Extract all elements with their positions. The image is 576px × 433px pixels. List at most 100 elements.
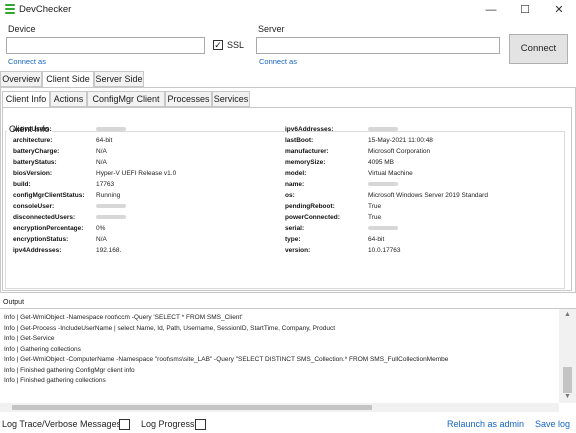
property-row: serial:: [285, 224, 545, 233]
device-connect-as-link[interactable]: Connect as: [8, 57, 46, 66]
property-row: configMgrClientStatus: Running: [13, 191, 273, 200]
property-key: manufacturer:: [285, 148, 329, 155]
log-line: Info | Get-WmiObject -Namespace root\ccm…: [4, 314, 243, 321]
minimize-button[interactable]: —: [474, 0, 508, 21]
property-row: build: 17763: [13, 180, 273, 189]
property-key: type:: [285, 236, 301, 243]
property-row: disconnectedUsers:: [13, 213, 273, 222]
property-row: lastBoot: 15-May-2021 11:00:48: [285, 136, 545, 145]
log-line: Info | Gathering collections: [4, 345, 81, 353]
server-input[interactable]: [256, 37, 500, 54]
property-value: 17763: [96, 181, 115, 188]
app-icon: [5, 4, 15, 15]
property-key: name:: [285, 181, 305, 188]
property-row: type: 64-bit: [285, 235, 545, 244]
server-label: Server: [258, 24, 285, 34]
property-value: N/A: [96, 236, 107, 243]
output-horizontal-scrollbar[interactable]: [0, 403, 559, 412]
property-row: batteryStatus: N/A: [13, 158, 273, 167]
property-value: True: [368, 203, 382, 210]
tab-configmgr-client[interactable]: ConfigMgr Client: [87, 91, 165, 107]
property-row: model: Virtual Machine: [285, 169, 545, 178]
scroll-up-icon[interactable]: ▲: [559, 309, 576, 321]
title-bar: DevChecker — ☐ ✕: [0, 0, 576, 21]
property-value: N/A: [96, 148, 107, 155]
ssl-label: SSL: [227, 40, 245, 50]
property-key: version:: [285, 247, 311, 254]
property-value: True: [368, 214, 382, 221]
client-sub-tabs: Client Info Actions ConfigMgr Client Pro…: [2, 91, 574, 108]
property-row: architecture: 64-bit: [13, 136, 273, 145]
property-value: Microsoft Windows Server 2019 Standard: [368, 192, 488, 199]
property-value: [368, 180, 398, 189]
log-line: Info | Get-Service: [4, 335, 55, 342]
property-key: ipv6Addresses:: [285, 126, 334, 133]
tab-overview[interactable]: Overview: [0, 71, 42, 87]
property-value: 192.168.: [96, 247, 122, 254]
property-row: name:: [285, 180, 545, 189]
server-connect-as-link[interactable]: Connect as: [259, 57, 297, 66]
property-row: manufacturer: Microsoft Corporation: [285, 147, 545, 156]
window-title: DevChecker: [19, 4, 72, 15]
property-value: 15-May-2021 11:00:48: [368, 137, 433, 144]
connect-button[interactable]: Connect: [509, 34, 568, 64]
property-row: consoleUser:: [13, 202, 273, 211]
property-key: memorySize:: [285, 159, 326, 166]
property-row: ipv6Addresses:: [285, 125, 545, 134]
redacted-value: [368, 182, 398, 187]
scroll-down-icon[interactable]: ▼: [559, 391, 576, 403]
redacted-value: [96, 127, 126, 132]
log-trace-checkbox[interactable]: [119, 419, 130, 430]
property-value: [96, 202, 126, 211]
relaunch-as-admin-link[interactable]: Relaunch as admin: [447, 419, 524, 429]
property-value: Running: [96, 192, 121, 199]
property-row: ipv4Addresses: 192.168.: [13, 246, 273, 255]
property-row: pendingReboot: True: [285, 202, 545, 211]
property-value: 10.0.17763: [368, 247, 401, 254]
property-value: 0%: [96, 225, 106, 232]
property-value: N/A: [96, 159, 107, 166]
redacted-value: [96, 215, 126, 220]
output-vertical-scrollbar[interactable]: ▲ ▼: [559, 309, 576, 403]
log-trace-label: Log Trace/Verbose Messages: [2, 419, 122, 429]
property-value: Hyper-V UEFI Release v1.0: [96, 170, 177, 177]
property-value: [368, 224, 398, 233]
property-value: 4095 MB: [368, 159, 395, 166]
output-label: Output: [3, 299, 25, 306]
property-key: batteryStatus:: [13, 159, 57, 166]
property-value: 64-bit: [368, 236, 385, 243]
property-value: [96, 125, 126, 134]
property-row: encryptionPercentage: 0%: [13, 224, 273, 233]
property-value: Microsoft Corporation: [368, 148, 431, 155]
property-key: ipv4Addresses:: [13, 247, 62, 254]
close-button[interactable]: ✕: [542, 0, 576, 21]
scroll-thumb[interactable]: [563, 367, 572, 393]
property-key: activeUsers:: [13, 126, 52, 133]
log-line: Info | Finished gathering ConfigMgr clie…: [4, 366, 135, 374]
tab-client-info[interactable]: Client Info: [2, 91, 50, 108]
log-progress-checkbox[interactable]: [195, 419, 206, 430]
maximize-button[interactable]: ☐: [508, 0, 542, 21]
device-input[interactable]: [6, 37, 205, 54]
property-key: architecture:: [13, 137, 53, 144]
property-row: powerConnected: True: [285, 213, 545, 222]
tab-actions[interactable]: Actions: [50, 91, 87, 107]
tab-server-side[interactable]: Server Side: [94, 71, 144, 87]
tab-processes[interactable]: Processes: [165, 91, 212, 107]
property-key: consoleUser:: [13, 203, 55, 210]
property-value: [368, 125, 398, 134]
property-row: batteryCharge: N/A: [13, 147, 273, 156]
tab-client-side[interactable]: Client Side: [42, 71, 94, 88]
save-log-link[interactable]: Save log: [535, 419, 570, 429]
property-value: Virtual Machine: [368, 170, 413, 177]
property-row: memorySize: 4095 MB: [285, 158, 545, 167]
ssl-checkbox[interactable]: ✓: [213, 40, 223, 50]
property-row: os: Microsoft Windows Server 2019 Standar…: [285, 191, 545, 200]
property-key: pendingReboot:: [285, 203, 335, 210]
tab-services[interactable]: Services: [212, 91, 250, 107]
property-key: powerConnected:: [285, 214, 340, 221]
log-progress-label: Log Progress: [141, 419, 195, 429]
log-line: Info | Get-WmiObject -ComputerName -Name…: [4, 356, 449, 363]
property-row: biosVersion: Hyper-V UEFI Release v1.0: [13, 169, 273, 178]
scroll-thumb[interactable]: [12, 405, 372, 410]
